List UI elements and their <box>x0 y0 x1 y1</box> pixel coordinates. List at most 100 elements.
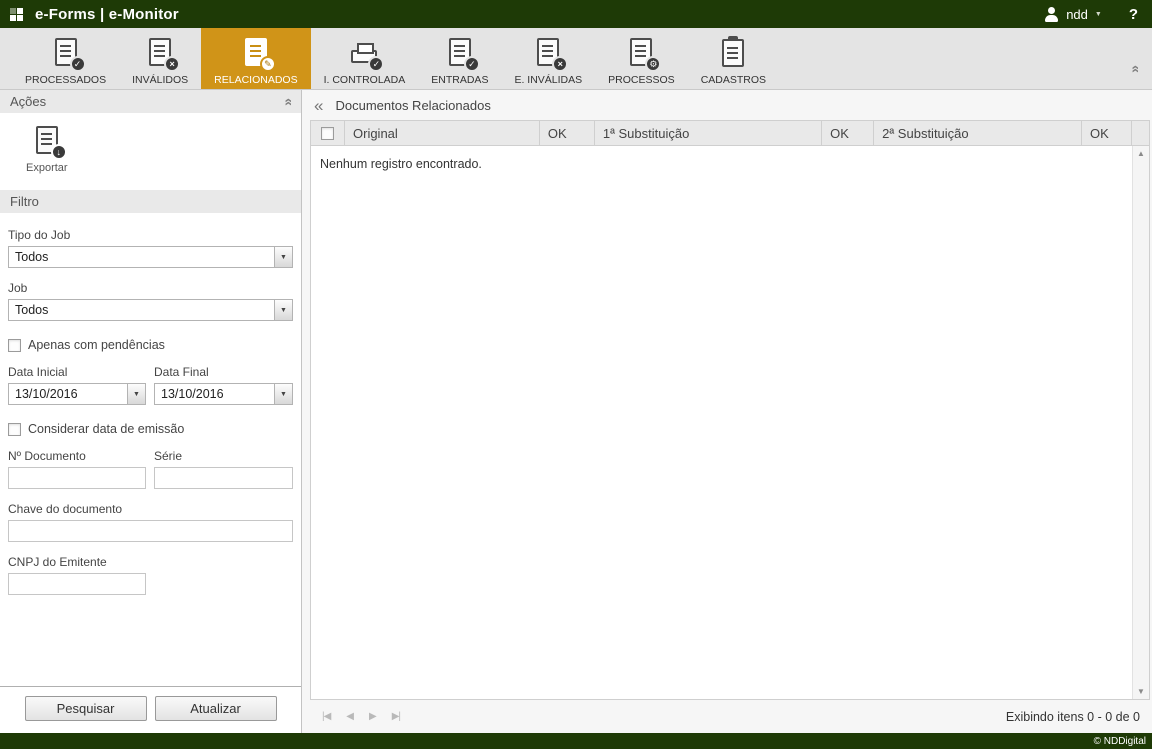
column-header-ok-1[interactable]: OK <box>540 121 595 145</box>
emissao-label: Considerar data de emissão <box>28 422 184 436</box>
collapse-sidebar-icon[interactable]: « <box>314 97 323 114</box>
job-select[interactable]: Todos ▼ <box>8 299 293 321</box>
num-documento-label: Nº Documento <box>8 449 146 463</box>
export-label: Exportar <box>26 162 68 174</box>
documents-table: Original OK 1ª Substituição OK 2ª Substi… <box>310 120 1150 700</box>
top-bar: e-Forms | e-Monitor ndd ▼ ? <box>0 0 1152 28</box>
data-inicial-picker[interactable]: 13/10/2016 ▼ <box>8 383 146 405</box>
scroll-up-icon[interactable]: ▲ <box>1137 149 1145 158</box>
vertical-scrollbar[interactable]: ▲ ▼ <box>1132 146 1149 699</box>
ribbon-item-label: INVÁLIDOS <box>132 74 188 86</box>
column-header-original[interactable]: Original <box>345 121 540 145</box>
pendencias-checkbox[interactable] <box>8 339 21 352</box>
filter-section-header: Filtro <box>0 190 301 213</box>
ribbon-item-label: ENTRADAS <box>431 74 488 86</box>
ribbon-collapse-button[interactable]: » <box>1130 61 1138 79</box>
chevron-down-icon[interactable]: ▼ <box>274 384 292 404</box>
doc-check-icon: ✓ <box>48 35 84 69</box>
column-header-ok-3[interactable]: OK <box>1082 121 1132 145</box>
help-button[interactable]: ? <box>1129 6 1144 23</box>
ribbon-item-processados[interactable]: ✓ PROCESSADOS <box>12 28 119 89</box>
serie-label: Série <box>154 449 293 463</box>
data-inicial-label: Data Inicial <box>8 365 146 379</box>
job-label: Job <box>8 281 293 295</box>
chevron-down-icon[interactable]: ▼ <box>127 384 145 404</box>
scroll-down-icon[interactable]: ▼ <box>1137 687 1145 696</box>
doc-gear-icon: ⚙ <box>623 35 659 69</box>
tipo-job-label: Tipo do Job <box>8 228 293 242</box>
doc-attach-icon: ✎ <box>238 35 274 69</box>
table-header-row: Original OK 1ª Substituição OK 2ª Substi… <box>310 120 1150 146</box>
ribbon-item-label: E. INVÁLIDAS <box>514 74 582 86</box>
ribbon-item-invalidos[interactable]: × INVÁLIDOS <box>119 28 201 89</box>
ribbon-item-label: I. CONTROLADA <box>324 74 406 86</box>
collapse-actions-icon[interactable]: » <box>279 98 295 106</box>
chave-documento-label: Chave do documento <box>8 502 293 516</box>
cnpj-emitente-input[interactable] <box>8 573 146 595</box>
copyright-label: © NDDigital <box>1094 736 1146 747</box>
cnpj-emitente-label: CNPJ do Emitente <box>8 555 293 569</box>
prev-page-button[interactable]: ◀ <box>346 711 353 722</box>
filter-header-label: Filtro <box>10 194 39 209</box>
ndd-logo-icon <box>10 8 23 21</box>
num-documento-input[interactable] <box>8 467 146 489</box>
sidebar: Ações » ↓ Exportar Filtro Tipo do Job To… <box>0 90 302 733</box>
chave-documento-input[interactable] <box>8 520 293 542</box>
select-all-checkbox[interactable] <box>321 127 334 140</box>
first-page-button[interactable]: |◀ <box>322 711 330 722</box>
actions-header-label: Ações <box>10 94 46 109</box>
data-final-label: Data Final <box>154 365 293 379</box>
last-page-button[interactable]: ▶| <box>392 711 400 722</box>
ribbon-item-label: CADASTROS <box>701 74 766 86</box>
ribbon-item-label: RELACIONADOS <box>214 74 297 86</box>
filter-form: Tipo do Job Todos ▼ Job Todos ▼ Apenas c… <box>0 213 301 595</box>
export-doc-icon: ↓ <box>29 123 65 157</box>
pager-status: Exibindo itens 0 - 0 de 0 <box>1006 710 1140 724</box>
data-final-picker[interactable]: 13/10/2016 ▼ <box>154 383 293 405</box>
select-all-cell <box>311 121 345 145</box>
user-menu-caret-icon[interactable]: ▼ <box>1095 11 1102 18</box>
user-icon <box>1043 7 1059 22</box>
doc-check-icon: ✓ <box>442 35 478 69</box>
table-body: Nenhum registro encontrado. ▲ ▼ <box>310 146 1150 700</box>
empty-message: Nenhum registro encontrado. <box>311 146 1132 699</box>
pagination-bar: |◀ ◀ ▶ ▶| Exibindo itens 0 - 0 de 0 <box>310 700 1150 733</box>
ribbon-item-cadastros[interactable]: CADASTROS <box>688 28 779 89</box>
pesquisar-button[interactable]: Pesquisar <box>25 696 147 721</box>
ribbon-item-label: PROCESSADOS <box>25 74 106 86</box>
chevron-up-icon: » <box>1126 65 1142 73</box>
ribbon-item-i-controlada[interactable]: ✓ I. CONTROLADA <box>311 28 419 89</box>
chevron-down-icon[interactable]: ▼ <box>274 300 292 320</box>
printer-icon: ✓ <box>346 35 382 69</box>
page-title: Documentos Relacionados <box>335 98 490 113</box>
ribbon-toolbar: ✓ PROCESSADOS × INVÁLIDOS ✎ RELACIONADOS… <box>0 28 1152 90</box>
ribbon-item-label: PROCESSOS <box>608 74 675 86</box>
app-title: e-Forms | e-Monitor <box>35 6 179 23</box>
doc-x-icon: × <box>530 35 566 69</box>
column-header-1a-substituicao[interactable]: 1ª Substituição <box>595 121 822 145</box>
tipo-job-select[interactable]: Todos ▼ <box>8 246 293 268</box>
ribbon-item-processos[interactable]: ⚙ PROCESSOS <box>595 28 688 89</box>
clipboard-icon <box>715 35 751 69</box>
app-window: e-Forms | e-Monitor ndd ▼ ? ✓ PROCESSADO… <box>0 0 1152 749</box>
header-scroll-corner <box>1132 121 1149 145</box>
sidebar-footer: Pesquisar Atualizar <box>0 686 301 733</box>
serie-input[interactable] <box>154 467 293 489</box>
status-bar: © NDDigital <box>0 733 1152 749</box>
user-menu[interactable]: ndd <box>1066 7 1088 22</box>
doc-x-icon: × <box>142 35 178 69</box>
main-panel: « Documentos Relacionados Original OK 1ª… <box>302 90 1152 733</box>
ribbon-item-relacionados[interactable]: ✎ RELACIONADOS <box>201 28 310 89</box>
emissao-checkbox[interactable] <box>8 423 21 436</box>
atualizar-button[interactable]: Atualizar <box>155 696 277 721</box>
ribbon-item-e-invalidas[interactable]: × E. INVÁLIDAS <box>501 28 595 89</box>
pendencias-label: Apenas com pendências <box>28 338 165 352</box>
export-button[interactable]: ↓ Exportar <box>26 123 68 174</box>
column-header-ok-2[interactable]: OK <box>822 121 874 145</box>
main-header: « Documentos Relacionados <box>302 90 1152 120</box>
column-header-2a-substituicao[interactable]: 2ª Substituição <box>874 121 1082 145</box>
actions-section-header: Ações » <box>0 90 301 113</box>
ribbon-item-entradas[interactable]: ✓ ENTRADAS <box>418 28 501 89</box>
chevron-down-icon[interactable]: ▼ <box>274 247 292 267</box>
next-page-button[interactable]: ▶ <box>369 711 376 722</box>
